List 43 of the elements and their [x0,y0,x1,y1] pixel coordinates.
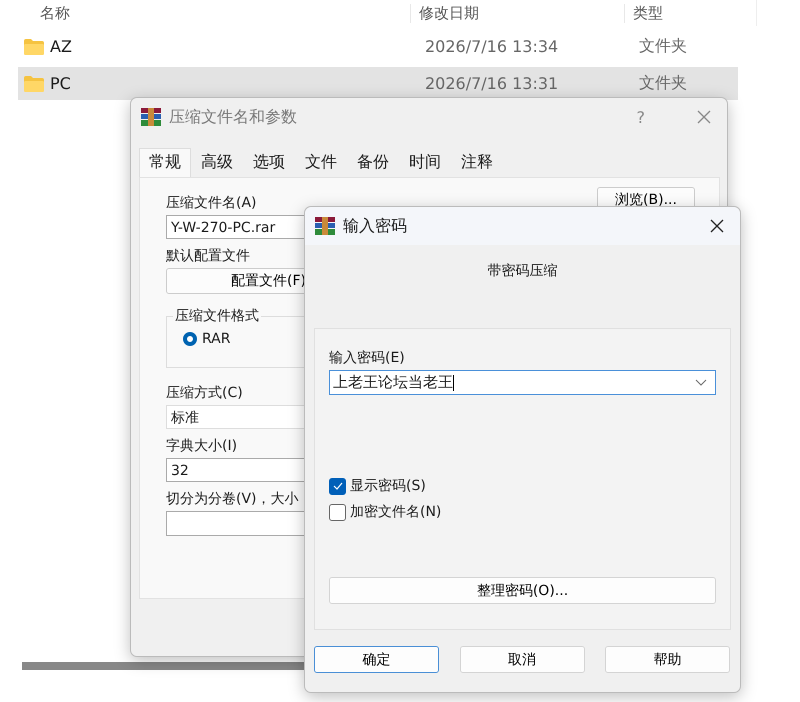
stacked-books-icon [315,217,335,235]
field-label: 默认配置文件 [166,247,251,265]
field-label: 切分为分卷(V)，大小 [166,490,300,508]
checkbox-option[interactable]: 显示密码(S) [329,477,716,495]
dialog-button[interactable]: 取消 [460,646,584,673]
close-icon[interactable] [710,219,724,233]
column-header[interactable]: 类型 [624,4,724,22]
check-icon [332,482,342,490]
folder-icon [24,76,44,92]
file-row[interactable]: PC 2026/7/16 13:31 文件夹 [18,67,738,100]
organize-button[interactable]: 整理密码(O)... [329,577,716,604]
field-label: 输入密码(E) [329,349,406,367]
stacked-books-icon [141,108,161,126]
checkbox-option[interactable]: 加密文件名(N) [329,503,716,521]
field-label: 字典大小(I) [166,437,238,455]
tab[interactable]: 常规 [139,148,191,177]
window-title: 输入密码 [343,216,408,236]
field-label: 压缩方式(C) [166,384,244,402]
folder-icon [24,38,44,54]
column-header[interactable]: 修改日期 [410,4,624,22]
tab[interactable]: 高级 [191,148,243,177]
dialog-heading: 带密码压缩 [488,262,558,280]
field-label: 压缩文件名(A) [166,194,258,212]
file-name: PC [50,74,71,93]
tab[interactable]: 文件 [295,148,347,177]
column-header[interactable]: 名称 [18,4,410,22]
radio-option[interactable]: RAR [183,331,549,347]
tab[interactable]: 选项 [243,148,295,177]
password-field[interactable]: 上老王论坛当老王 [329,370,716,395]
type-cell-text: 文件夹 [638,73,688,94]
type-cell-text: 文件夹 [638,36,688,57]
tab[interactable]: 注释 [451,148,503,177]
window-title: 压缩文件名和参数 [169,106,298,128]
group-title: 压缩文件格式 [173,307,261,325]
date-cell-text: 2026/7/16 13:34 [424,37,560,56]
dialog-button[interactable]: 确定 [314,646,439,673]
file-row[interactable]: AZ 2026/7/16 13:34 文件夹 [18,30,738,63]
tab[interactable]: 时间 [399,148,451,177]
date-cell-text: 2026/7/16 13:31 [424,74,560,93]
tab[interactable]: 备份 [347,148,399,177]
file-name: AZ [50,37,72,56]
chevron-down-icon [695,379,707,386]
dialog-button[interactable]: 帮助 [605,646,730,673]
